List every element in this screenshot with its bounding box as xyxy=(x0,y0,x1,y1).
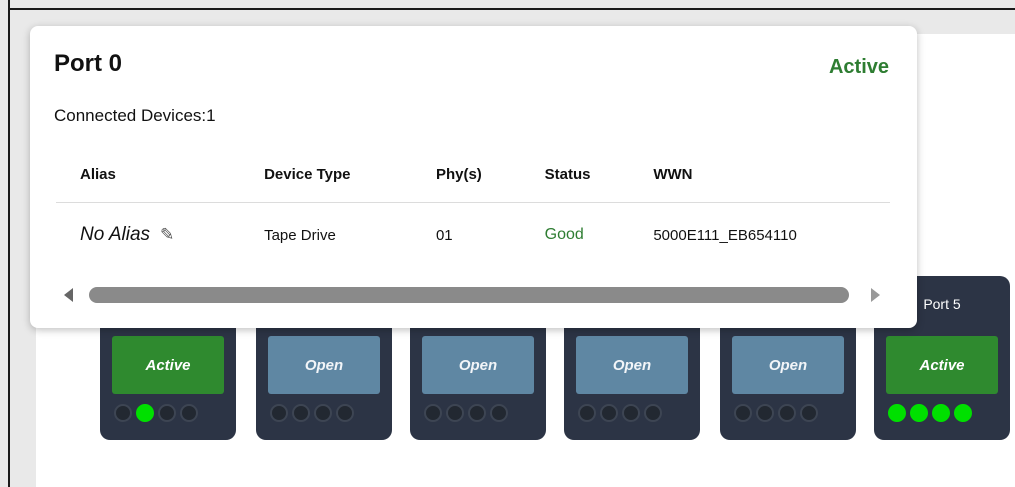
phy-led-off xyxy=(270,404,288,422)
column-header-wwn[interactable]: WWN xyxy=(629,154,890,203)
phy-led-group xyxy=(270,404,354,422)
column-header-phys[interactable]: Phy(s) xyxy=(411,154,521,203)
phy-led-off xyxy=(446,404,464,422)
frame-border-top xyxy=(8,8,1015,10)
phy-led-on xyxy=(910,404,928,422)
phy-led-off xyxy=(180,404,198,422)
phy-led-off xyxy=(468,404,486,422)
connected-devices-count: 1 xyxy=(206,106,216,125)
phy-led-on xyxy=(888,404,906,422)
port-state-open[interactable]: Open xyxy=(268,336,380,394)
phy-led-off xyxy=(644,404,662,422)
scroll-right-icon[interactable] xyxy=(871,288,880,302)
alias-cell: No Alias ✎ xyxy=(56,203,240,268)
column-header-alias[interactable]: Alias xyxy=(56,154,241,203)
phy-led-off xyxy=(490,404,508,422)
port-state-open[interactable]: Open xyxy=(422,336,534,394)
phy-led-off xyxy=(778,404,796,422)
phy-led-off xyxy=(622,404,640,422)
phy-led-group xyxy=(888,404,972,422)
connected-devices: Connected Devices:1 xyxy=(54,106,216,126)
table-header-row: Alias Device Type Phy(s) Status WWN xyxy=(56,154,890,203)
wwn-cell: 5000E111_EB654110 xyxy=(653,226,797,244)
port-state-active[interactable]: Active xyxy=(886,336,998,394)
connected-devices-label: Connected Devices: xyxy=(54,106,207,125)
phy-led-off xyxy=(158,404,176,422)
phy-led-off xyxy=(114,404,132,422)
phy-led-group xyxy=(114,404,198,422)
status-cell: Good xyxy=(544,226,584,243)
devices-table: Alias Device Type Phy(s) Status WWN No A… xyxy=(56,154,890,267)
phys-cell: 01 xyxy=(435,226,453,244)
phy-led-off xyxy=(756,404,774,422)
frame-border-left xyxy=(8,0,10,487)
phy-led-off xyxy=(314,404,332,422)
scroll-left-icon[interactable] xyxy=(64,288,73,302)
phy-led-group xyxy=(578,404,662,422)
phy-led-on xyxy=(136,404,154,422)
device-type-cell: Tape Drive xyxy=(264,226,336,244)
phy-led-off xyxy=(292,404,310,422)
port-state-open[interactable]: Open xyxy=(732,336,844,394)
port-state-open[interactable]: Open xyxy=(576,336,688,394)
port-status: Active xyxy=(828,56,889,78)
phy-led-off xyxy=(424,404,442,422)
scroll-thumb[interactable] xyxy=(89,287,849,303)
phy-led-group xyxy=(734,404,818,422)
phy-led-group xyxy=(424,404,508,422)
phy-led-off xyxy=(800,404,818,422)
phy-led-off xyxy=(336,404,354,422)
port-details-popup: Port 0 Active Connected Devices:1 Alias … xyxy=(30,26,917,328)
phy-led-on xyxy=(932,404,950,422)
phy-led-on xyxy=(954,404,972,422)
table-row: No Alias ✎ Tape Drive 01 Good 5000E111_EB… xyxy=(56,203,890,268)
column-header-status[interactable]: Status xyxy=(520,154,630,203)
alias-value: No Alias xyxy=(80,224,151,245)
horizontal-scrollbar[interactable] xyxy=(64,284,886,308)
phy-led-off xyxy=(578,404,596,422)
phy-led-off xyxy=(734,404,752,422)
pencil-icon[interactable]: ✎ xyxy=(160,225,174,245)
phy-led-off xyxy=(600,404,618,422)
column-header-device-type[interactable]: Device Type xyxy=(240,154,412,203)
port-state-active[interactable]: Active xyxy=(112,336,224,394)
popup-title: Port 0 xyxy=(54,50,123,77)
